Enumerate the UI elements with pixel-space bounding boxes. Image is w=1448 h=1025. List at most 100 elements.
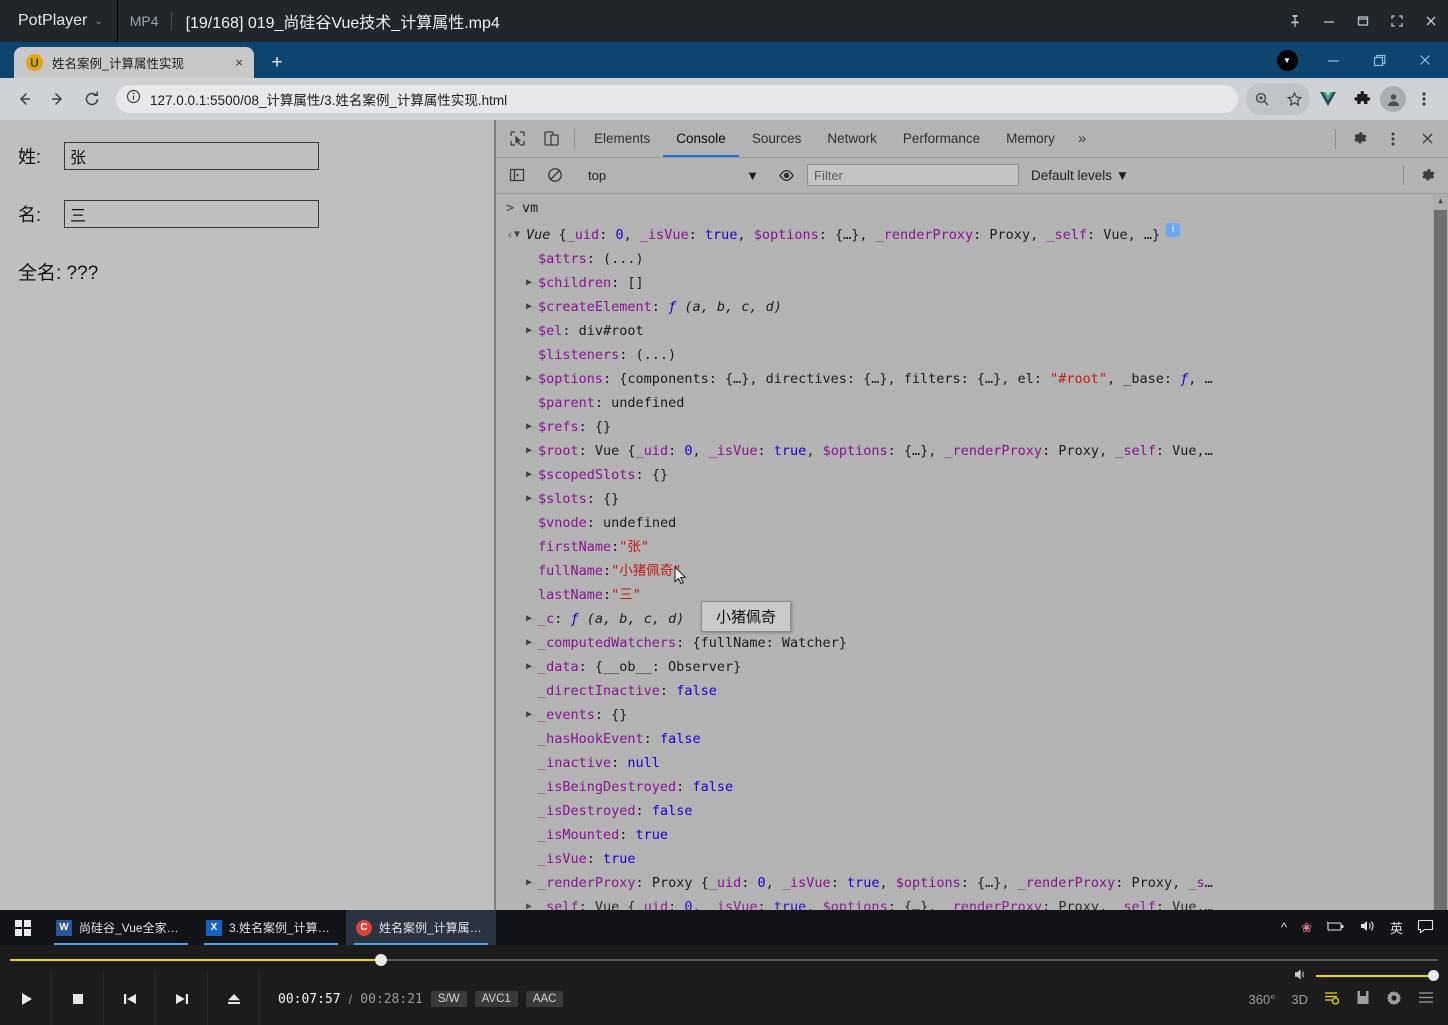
profile-icon[interactable] <box>1380 86 1406 112</box>
restore-icon[interactable] <box>1346 0 1380 42</box>
expand-triangle-icon[interactable]: ▶ <box>526 655 538 679</box>
minimize-icon[interactable] <box>1312 0 1346 42</box>
devtools-more-options-icon[interactable] <box>1376 122 1410 156</box>
battery-icon[interactable] <box>1326 920 1345 936</box>
browser-tab[interactable]: U 姓名案例_计算属性实现 × <box>14 47 254 78</box>
expand-triangle-icon[interactable]: ▶ <box>526 871 538 895</box>
console-row[interactable]: _isMounted: true <box>496 823 1448 847</box>
bookmark-icon[interactable] <box>1356 990 1370 1008</box>
console-row[interactable]: ▶ _self: Vue {_uid: 0, _isVue: true, $opt… <box>496 895 1448 910</box>
console-prompt-row[interactable]: > vm <box>496 194 1448 223</box>
console-row[interactable]: _inactive: null <box>496 751 1448 775</box>
expand-triangle-icon[interactable]: ▶ <box>526 607 538 631</box>
console-row[interactable]: _isVue: true <box>496 847 1448 871</box>
console-row[interactable]: ▶ _c: ƒ (a, b, c, d) <box>496 607 1448 631</box>
clear-console-icon[interactable] <box>538 158 572 192</box>
address-bar[interactable]: 127.0.0.1:5500/08_计算属性/3.姓名案例_计算属性实现.htm… <box>116 85 1238 113</box>
console-settings-gear-icon[interactable] <box>1410 158 1444 192</box>
console-result-header[interactable]: ‹ ▼ Vue {_uid: 0, _isVue: true, $options… <box>496 222 1448 247</box>
zoom-icon[interactable] <box>1246 83 1278 115</box>
console-row[interactable]: ▶ _data: {__ob__: Observer} <box>496 655 1448 679</box>
tab-close-icon[interactable]: × <box>232 55 246 70</box>
expand-triangle-icon[interactable]: ▶ <box>526 463 538 487</box>
console-row[interactable]: ▶ $scopedSlots: {} <box>496 463 1448 487</box>
new-tab-button[interactable]: + <box>265 51 289 75</box>
console-row-fullname[interactable]: fullName: "小猪佩奇" <box>496 559 1448 583</box>
eject-button[interactable] <box>208 973 260 1025</box>
expand-triangle-icon[interactable]: ▶ <box>526 439 538 463</box>
console-row[interactable]: ▶ _events: {} <box>496 703 1448 727</box>
expand-triangle-icon[interactable]: ▶ <box>526 415 538 439</box>
tab-console[interactable]: Console <box>663 120 739 157</box>
console-row[interactable]: _isBeingDestroyed: false <box>496 775 1448 799</box>
live-expression-eye-icon[interactable] <box>769 158 803 192</box>
console-row[interactable]: ▶ $el: div#root <box>496 319 1448 343</box>
device-toolbar-icon[interactable] <box>534 122 568 156</box>
tab-network[interactable]: Network <box>814 120 890 157</box>
potplayer-logo-menu[interactable]: PotPlayer ⌄ <box>0 0 117 42</box>
expand-triangle-icon[interactable]: ▶ <box>526 319 538 343</box>
expand-triangle-icon[interactable]: ▶ <box>526 367 538 391</box>
console-row[interactable]: ▶ $slots: {} <box>496 487 1448 511</box>
console-row[interactable]: _hasHookEvent: false <box>496 727 1448 751</box>
next-button[interactable] <box>156 973 208 1025</box>
console-row-firstname[interactable]: firstName: "张" <box>496 535 1448 559</box>
console-scrollbar[interactable]: ▲ <box>1433 193 1448 910</box>
site-info-icon[interactable] <box>126 89 141 109</box>
console-row[interactable]: _isDestroyed: false <box>496 799 1448 823</box>
last-name-input[interactable] <box>64 200 319 228</box>
console-filter-input[interactable] <box>807 164 1019 187</box>
taskbar-item-word[interactable]: W 尚硅谷_Vue全家桶.d... <box>46 910 196 945</box>
expand-triangle-icon[interactable]: ▶ <box>526 271 538 295</box>
console-row[interactable]: ▶ $refs: {} <box>496 415 1448 439</box>
console-row[interactable]: $listeners: (...) <box>496 343 1448 367</box>
chrome-close-icon[interactable] <box>1402 42 1448 78</box>
volume-icon[interactable] <box>1294 968 1310 984</box>
chrome-minimize-icon[interactable] <box>1310 42 1356 78</box>
profile-badge-icon[interactable]: ▼ <box>1264 42 1310 78</box>
first-name-input[interactable] <box>64 142 319 170</box>
mode-360-button[interactable]: 360° <box>1248 992 1275 1007</box>
tab-elements[interactable]: Elements <box>581 120 663 157</box>
bookmark-star-icon[interactable] <box>1278 83 1310 115</box>
volume-knob[interactable] <box>1428 969 1439 981</box>
expand-triangle-icon[interactable]: ▶ <box>526 703 538 727</box>
play-button[interactable] <box>0 973 52 1025</box>
console-row[interactable]: $vnode: undefined <box>496 511 1448 535</box>
console-log-levels-select[interactable]: Default levels ▼ <box>1023 168 1137 183</box>
expand-triangle-icon[interactable]: ▶ <box>526 631 538 655</box>
taskbar-item-vscode[interactable]: X 3.姓名案例_计算属性... <box>196 910 346 945</box>
mode-3d-button[interactable]: 3D <box>1291 992 1308 1007</box>
stop-button[interactable] <box>52 973 104 1025</box>
previous-button[interactable] <box>104 973 156 1025</box>
devtools-close-icon[interactable] <box>1410 122 1444 156</box>
console-sidebar-toggle-icon[interactable] <box>500 158 534 192</box>
execution-context-select[interactable]: top ▼ <box>580 164 765 186</box>
console-row[interactable]: ▶ _computedWatchers: {fullName: Watcher} <box>496 631 1448 655</box>
inspect-element-icon[interactable] <box>500 122 534 156</box>
back-button[interactable] <box>8 83 40 115</box>
console-row-lastname[interactable]: lastName: "三" <box>496 583 1448 607</box>
tab-memory[interactable]: Memory <box>993 120 1068 157</box>
volume-icon[interactable] <box>1359 919 1376 936</box>
playlist-icon[interactable] <box>1324 991 1340 1008</box>
console-row[interactable]: $parent: undefined <box>496 391 1448 415</box>
chrome-menu-icon[interactable] <box>1408 83 1440 115</box>
console-row[interactable]: _directInactive: false <box>496 679 1448 703</box>
more-tabs-icon[interactable]: » <box>1068 130 1096 147</box>
console-row[interactable]: ▶ $children: [] <box>496 271 1448 295</box>
ime-indicator[interactable]: 英 <box>1390 918 1403 937</box>
info-badge-icon[interactable]: i <box>1166 222 1181 237</box>
console-row[interactable]: ▶ $root: Vue {_uid: 0, _isVue: true, $opt… <box>496 439 1448 463</box>
seek-slider[interactable] <box>10 954 1438 966</box>
console-row[interactable]: ▶ $options: {components: {…}, directives:… <box>496 367 1448 391</box>
settings-gear-icon[interactable] <box>1386 990 1402 1009</box>
start-button[interactable] <box>0 910 46 945</box>
console-output[interactable]: > vm ‹ ▼ Vue {_uid: 0, _isVue: true, $op… <box>496 193 1448 910</box>
vue-devtools-icon[interactable] <box>1312 83 1344 115</box>
console-row[interactable]: ▶ _renderProxy: Proxy {_uid: 0, _isVue: t… <box>496 871 1448 895</box>
tray-expand-icon[interactable]: ^ <box>1281 920 1287 935</box>
console-row[interactable]: $attrs: (...) <box>496 247 1448 271</box>
taskbar-item-chrome[interactable]: C 姓名案例_计算属性实... <box>346 910 496 945</box>
scrollbar-thumb[interactable] <box>1434 209 1447 910</box>
